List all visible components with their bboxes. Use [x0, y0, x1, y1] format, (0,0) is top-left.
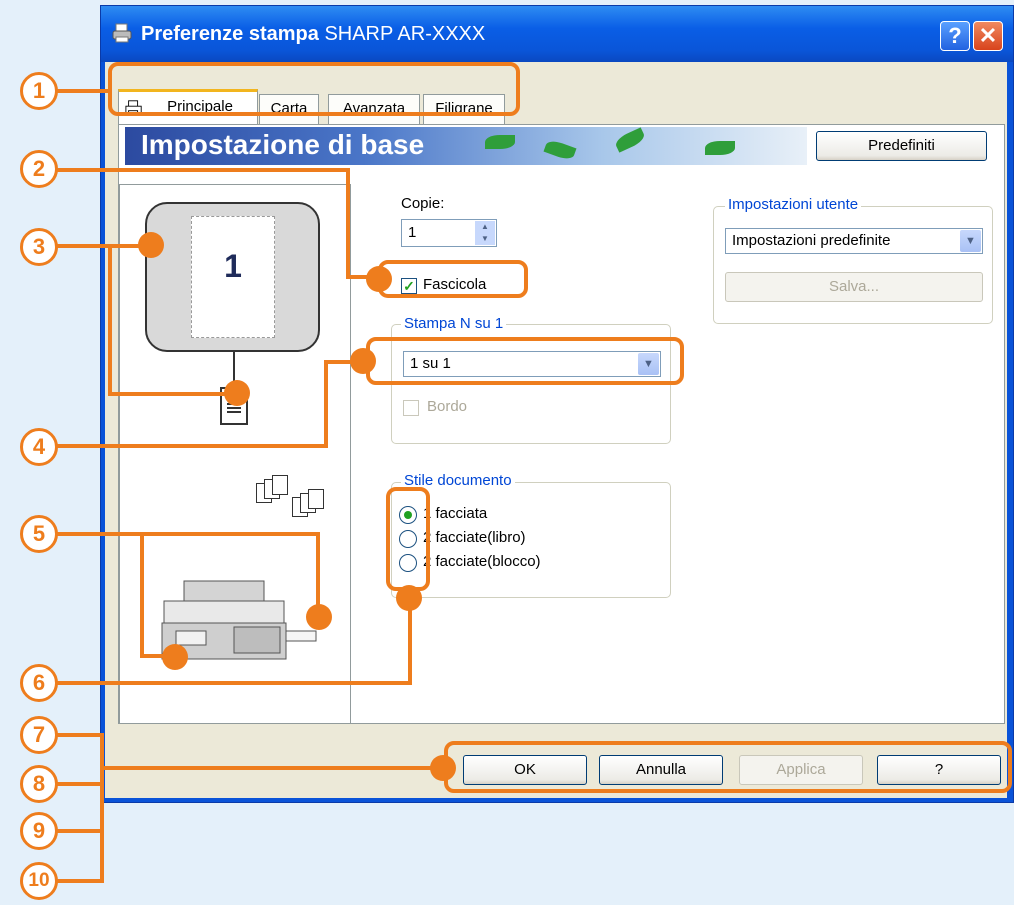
callout-2: 2 [20, 150, 58, 188]
leader-dot-2 [366, 266, 392, 292]
callout-10: 10 [20, 862, 58, 900]
collate-pages-icon [256, 475, 326, 517]
page-number: 1 [224, 248, 242, 284]
two-sided-tablet-label: 2 facciate(blocco) [423, 553, 541, 570]
dialog-body: Principale Carta Avanzata Filigrane Impo… [105, 62, 1007, 798]
callout-4: 4 [20, 428, 58, 466]
leader-line-5d [316, 532, 320, 608]
leader-tick-7 [56, 733, 104, 737]
leader-line-2b [346, 168, 350, 278]
printer-icon [112, 23, 132, 43]
copies-value: 1 [408, 224, 417, 241]
border-label: Bordo [427, 398, 468, 415]
leaf-decoration [613, 127, 647, 153]
chevron-down-icon[interactable]: ▼ [960, 230, 981, 252]
n-up-highlight [366, 337, 684, 385]
leader-line-5c [140, 654, 170, 658]
leader-line-4c [324, 360, 354, 364]
leader-line-1 [56, 89, 110, 93]
tabs-highlight [108, 62, 520, 116]
user-settings-group-title: Impostazioni utente [725, 196, 862, 213]
n-up-group-title: Stampa N su 1 [401, 315, 507, 332]
user-settings-group [713, 206, 993, 324]
preview-panel: 1 [119, 184, 351, 724]
callout-7: 7 [20, 716, 58, 754]
leader-line-4b [324, 360, 328, 448]
banner-title: Impostazione di base [141, 129, 425, 160]
callout-3: 3 [20, 228, 58, 266]
leaf-decoration [705, 141, 735, 155]
leader-tick-9 [56, 829, 104, 833]
close-button[interactable]: ✕ [973, 21, 1003, 51]
leader-line-6b [408, 598, 412, 685]
leader-tick-10 [56, 879, 104, 883]
leaf-decoration [543, 138, 577, 162]
leaf-decoration [485, 135, 515, 149]
help-title-button[interactable]: ? [940, 21, 970, 51]
leader-line-3a [56, 244, 142, 248]
single-sided-label: 1 facciata [423, 505, 488, 522]
page-preview-frame: 1 [145, 202, 320, 352]
footer-buttons-highlight [444, 741, 1012, 793]
callout-8: 8 [20, 765, 58, 803]
callout-5: 5 [20, 515, 58, 553]
leader-line-2a [56, 168, 348, 172]
leader-line-7 [100, 766, 436, 770]
save-button[interactable]: Salva... [725, 272, 983, 302]
defaults-button[interactable]: Predefiniti [816, 131, 987, 161]
section-banner: Impostazione di base [125, 127, 807, 165]
callout-9: 9 [20, 812, 58, 850]
window-title: Preferenze stampa SHARP AR-XXXX [141, 23, 486, 45]
leader-line-4a [56, 444, 328, 448]
leader-line-3c [108, 392, 228, 396]
leader-tick-8 [56, 782, 104, 786]
user-settings-select[interactable]: Impostazioni predefinite ▼ [725, 228, 983, 254]
collate-highlight [378, 260, 528, 298]
leader-line-5b [140, 532, 144, 658]
leader-bracket [100, 733, 104, 883]
leader-line-2c [346, 275, 370, 279]
user-settings-value: Impostazioni predefinite [732, 232, 891, 249]
callout-1: 1 [20, 72, 58, 110]
doc-style-highlight [386, 487, 430, 591]
two-sided-book-label: 2 facciate(libro) [423, 529, 526, 546]
title-bar[interactable]: Preferenze stampa SHARP AR-XXXX ? ✕ [101, 6, 1013, 62]
spin-down-icon[interactable]: ▼ [475, 233, 495, 245]
border-checkbox[interactable] [403, 400, 419, 416]
leader-line-5a [56, 532, 320, 536]
leader-line-6a [56, 681, 412, 685]
copies-spinner[interactable]: 1 ▲ ▼ [401, 219, 497, 247]
spin-up-icon[interactable]: ▲ [475, 221, 495, 233]
copies-label: Copie: [401, 195, 445, 212]
leader-line-3b [108, 244, 112, 396]
callout-6: 6 [20, 664, 58, 702]
